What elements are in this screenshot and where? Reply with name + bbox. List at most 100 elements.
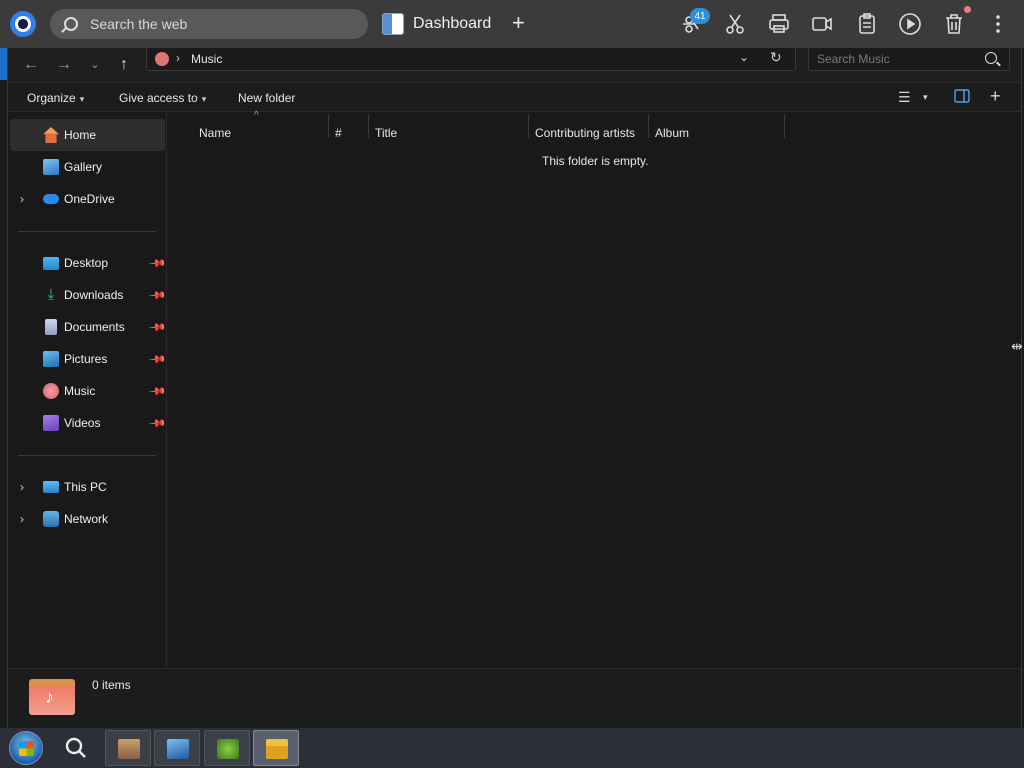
expand-chevron-icon[interactable]: › [20, 512, 24, 526]
search-icon [64, 17, 78, 31]
forward-arrow-icon[interactable]: → [55, 56, 73, 74]
browser-logo-icon[interactable] [10, 11, 36, 37]
folder-icon [266, 739, 288, 759]
nav-item-network[interactable]: › Network [10, 503, 165, 535]
new-folder-button[interactable]: New folder [238, 91, 295, 105]
column-header-artists[interactable]: Contributing artists [535, 126, 635, 140]
view-chevron-icon[interactable]: ▾ [923, 92, 928, 103]
nav-label-desktop: Desktop [64, 256, 109, 270]
nav-item-home[interactable]: Home [10, 119, 165, 151]
up-arrow-icon[interactable]: ↑ [115, 56, 133, 74]
column-separator[interactable] [648, 114, 649, 138]
taskbar [0, 728, 1024, 768]
breadcrumb-music[interactable]: Music [191, 52, 222, 66]
taskbar-app-file-explorer[interactable] [253, 730, 299, 766]
column-separator[interactable] [528, 114, 529, 138]
video-record-icon[interactable] [808, 10, 836, 38]
nav-label-onedrive: OneDrive [64, 192, 115, 206]
pin-icon[interactable]: 📌 [148, 350, 167, 368]
back-arrow-icon[interactable]: ← [22, 56, 40, 74]
trash-icon[interactable] [940, 10, 968, 38]
nav-item-onedrive[interactable]: › OneDrive [10, 183, 165, 215]
nav-divider [18, 455, 156, 456]
give-access-button[interactable]: Give access to ▾ [119, 91, 206, 105]
tab-dashboard[interactable]: Dashboard [413, 15, 491, 33]
column-header-name[interactable]: Name [199, 126, 231, 140]
nav-label-gallery: Gallery [64, 160, 103, 174]
give-access-label: Give access to [119, 91, 198, 105]
play-circle-icon[interactable] [896, 10, 924, 38]
pin-icon[interactable]: 📌 [148, 318, 167, 336]
command-bar: Organize ▾ Give access to ▾ New folder ☰ ▾… [8, 82, 1021, 112]
details-pane-icon[interactable] [954, 89, 970, 106]
nav-item-videos[interactable]: Videos 📌 [10, 407, 167, 439]
more-menu-icon[interactable] [984, 10, 1012, 38]
address-row: ← → ⌄ ↑ › Music ⌄ ↻ Search Music [8, 48, 1021, 82]
desktop-icon [43, 257, 59, 270]
computer-icon [43, 481, 59, 493]
web-search-placeholder: Search the web [90, 16, 188, 32]
chevron-down-icon: ▾ [79, 94, 85, 104]
add-icon[interactable]: + [990, 86, 1001, 107]
nav-label-videos: Videos [64, 416, 101, 430]
start-button-icon[interactable] [9, 731, 43, 765]
dashboard-tab-icon [382, 13, 404, 35]
nav-label-pictures: Pictures [64, 352, 108, 366]
file-explorer-window: ← → ⌄ ↑ › Music ⌄ ↻ Search Music Organiz… [7, 48, 1023, 728]
expand-chevron-icon[interactable]: › [20, 480, 24, 494]
nav-label-documents: Documents [64, 320, 125, 334]
taskbar-app-photos[interactable] [154, 730, 200, 766]
organize-button[interactable]: Organize ▾ [27, 91, 84, 105]
expand-chevron-icon[interactable]: › [20, 192, 24, 206]
pin-icon[interactable]: 📌 [148, 286, 167, 304]
nav-item-documents[interactable]: Documents 📌 [10, 311, 167, 343]
nav-item-downloads[interactable]: ⤓ Downloads 📌 [10, 279, 167, 311]
nav-item-desktop[interactable]: Desktop 📌 [10, 247, 167, 279]
recent-locations-chevron-icon[interactable]: ⌄ [86, 56, 104, 74]
nav-label-music: Music [64, 384, 96, 398]
archive-icon [118, 739, 140, 759]
chevron-down-icon: ▾ [201, 94, 207, 104]
column-separator[interactable] [328, 114, 329, 138]
web-search-input[interactable]: Search the web [50, 9, 368, 39]
pictures-icon [43, 351, 59, 367]
column-separator[interactable] [368, 114, 369, 138]
view-layout-icon[interactable]: ☰ [898, 89, 911, 106]
nav-item-pictures[interactable]: Pictures 📌 [10, 343, 167, 375]
taskbar-app-utility[interactable] [204, 730, 250, 766]
resize-cursor-icon: ⇹ [1011, 338, 1023, 354]
clipboard-icon[interactable] [853, 10, 881, 38]
address-dropdown-chevron-icon[interactable]: ⌄ [739, 50, 749, 64]
column-header-title[interactable]: Title [375, 126, 397, 140]
pin-icon[interactable]: 📌 [148, 382, 167, 400]
address-bar[interactable]: › Music ⌄ ↻ [146, 48, 796, 71]
breadcrumb-separator: › [176, 51, 180, 65]
print-icon[interactable] [765, 10, 793, 38]
column-separator[interactable] [784, 114, 785, 138]
folder-search-input[interactable]: Search Music [808, 48, 1010, 71]
video-icon [43, 415, 59, 431]
column-header-number[interactable]: # [335, 126, 342, 140]
sort-ascending-icon: ^ [254, 110, 259, 121]
notification-badge: 41 [690, 8, 710, 24]
nav-label-this-pc: This PC [64, 480, 107, 494]
home-icon [43, 127, 59, 143]
refresh-icon[interactable]: ↻ [770, 49, 782, 66]
organize-label: Organize [27, 91, 76, 105]
file-list: ^ Name # Title Contributing artists Albu… [168, 110, 1021, 668]
gallery-icon [43, 159, 59, 175]
new-tab-button[interactable]: + [512, 11, 525, 35]
column-header-album[interactable]: Album [655, 126, 689, 140]
navigation-pane: Home Gallery › OneDrive Desktop 📌 ⤓ Down… [8, 112, 167, 668]
pin-icon[interactable]: 📌 [148, 254, 167, 272]
scissors-icon[interactable] [721, 10, 749, 38]
photos-icon [167, 739, 189, 759]
taskbar-search-icon[interactable] [64, 736, 88, 760]
item-count: 0 items [92, 678, 131, 692]
nav-item-gallery[interactable]: Gallery [10, 151, 165, 183]
nav-item-music[interactable]: Music 📌 [10, 375, 167, 407]
taskbar-app-archive[interactable] [105, 730, 151, 766]
nav-item-this-pc[interactable]: › This PC [10, 471, 165, 503]
pin-icon[interactable]: 📌 [148, 414, 167, 432]
browser-toolbar: Search the web Dashboard + 41 [0, 0, 1024, 48]
